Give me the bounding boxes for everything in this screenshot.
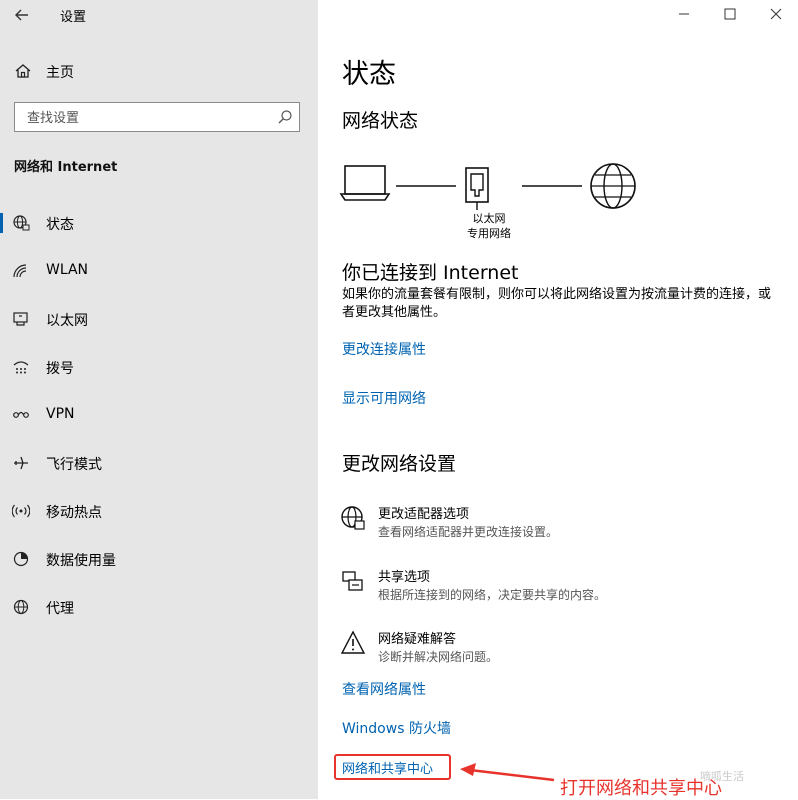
section-title: 网络和 Internet xyxy=(14,160,118,175)
maximize-button[interactable] xyxy=(720,4,740,24)
troubleshoot-row[interactable]: 网络疑难解答 诊断并解决网络问题。 xyxy=(338,628,778,668)
setting-description: 查看网络适配器并更改连接设置。 xyxy=(378,525,559,539)
setting-title: 更改适配器选项 xyxy=(378,507,470,522)
close-icon xyxy=(770,8,782,20)
minimize-icon xyxy=(679,13,689,15)
sidebar-item-label: 移动热点 xyxy=(46,505,102,521)
search-input[interactable] xyxy=(25,107,269,129)
proxy-globe-icon xyxy=(13,599,29,615)
sidebar-item-data-usage[interactable]: 数据使用量 xyxy=(0,542,318,576)
warning-icon xyxy=(340,630,366,654)
sidebar-item-label: 状态 xyxy=(46,217,74,233)
sidebar: 设置 主页 网络和 Internet 状态 WLAN xyxy=(0,0,318,799)
airplane-icon xyxy=(14,456,28,470)
vpn-icon xyxy=(13,411,29,418)
sidebar-item-label: WLAN xyxy=(46,262,89,278)
active-indicator xyxy=(0,213,3,233)
adapter-name: 以太网 xyxy=(472,212,506,225)
view-network-properties-link[interactable]: 查看网络属性 xyxy=(342,679,426,699)
sidebar-item-label: 拨号 xyxy=(46,361,74,377)
adapter-globe-icon xyxy=(341,506,365,530)
annotation-text: 打开网络和共享中心 xyxy=(560,778,722,799)
globe-status-icon xyxy=(13,215,30,231)
watermark: 嘀呱生活 xyxy=(700,770,744,783)
setting-description: 诊断并解决网络问题。 xyxy=(378,650,499,664)
sidebar-item-label: 飞行模式 xyxy=(46,457,102,473)
data-usage-icon xyxy=(13,551,29,567)
close-button[interactable] xyxy=(766,4,786,24)
sidebar-item-status[interactable]: 状态 xyxy=(0,206,318,240)
highlight-box xyxy=(334,754,451,780)
sharing-options-row[interactable]: 共享选项 根据所连接到的网络，决定要共享的内容。 xyxy=(338,566,778,606)
back-arrow-icon xyxy=(15,9,28,21)
sidebar-item-mobile-hotspot[interactable]: 移动热点 xyxy=(0,494,318,528)
sidebar-item-label: 代理 xyxy=(46,601,74,617)
home-icon xyxy=(15,64,31,78)
dialup-icon xyxy=(13,361,29,374)
sidebar-item-vpn[interactable]: VPN xyxy=(0,398,318,432)
sidebar-item-airplane-mode[interactable]: 飞行模式 xyxy=(0,446,318,480)
minimize-button[interactable] xyxy=(674,4,694,24)
search-box[interactable] xyxy=(14,102,300,132)
wifi-icon xyxy=(13,264,27,278)
annotation-arrow-icon xyxy=(460,763,555,782)
setting-description: 根据所连接到的网络，决定要共享的内容。 xyxy=(378,588,607,602)
change-settings-heading: 更改网络设置 xyxy=(342,453,457,475)
home-label: 主页 xyxy=(46,65,74,81)
sidebar-item-ethernet[interactable]: 以太网 xyxy=(0,302,318,336)
network-diagram xyxy=(339,163,636,210)
sidebar-item-label: 数据使用量 xyxy=(46,553,116,569)
internet-globe-icon xyxy=(590,163,636,209)
windows-firewall-link[interactable]: Windows 防火墙 xyxy=(342,718,451,738)
laptop-icon xyxy=(339,165,391,201)
ethernet-adapter-icon xyxy=(465,167,489,210)
hotspot-icon xyxy=(12,504,30,518)
ethernet-icon xyxy=(13,312,28,326)
window-title: 设置 xyxy=(60,10,87,25)
adapter-options-row[interactable]: 更改适配器选项 查看网络适配器并更改连接设置。 xyxy=(338,503,778,543)
sharing-icon xyxy=(342,571,363,591)
show-available-networks-link[interactable]: 显示可用网络 xyxy=(342,388,426,408)
sidebar-item-dialup[interactable]: 拨号 xyxy=(0,350,318,384)
setting-title: 网络疑难解答 xyxy=(378,632,457,647)
network-name: 专用网络 xyxy=(467,227,511,240)
change-connection-properties-link[interactable]: 更改连接属性 xyxy=(342,339,426,359)
sidebar-item-wlan[interactable]: WLAN xyxy=(0,254,318,288)
connected-heading: 你已连接到 Internet xyxy=(342,262,519,284)
connected-description: 如果你的流量套餐有限制，则你可以将此网络设置为按流量计费的连接，或者更改其他属性… xyxy=(342,287,772,320)
sidebar-item-proxy[interactable]: 代理 xyxy=(0,590,318,624)
main-panel: 状态 网络状态 以太网 专用网络 你已连接到 Internet 如果你的流量套餐… xyxy=(318,0,798,799)
page-title: 状态 xyxy=(342,59,396,90)
back-button[interactable] xyxy=(10,4,34,26)
setting-title: 共享选项 xyxy=(378,570,431,585)
network-status-heading: 网络状态 xyxy=(342,110,419,132)
sidebar-item-label: 以太网 xyxy=(46,313,88,329)
sidebar-item-label: VPN xyxy=(46,406,75,422)
maximize-icon xyxy=(724,8,736,20)
search-icon[interactable] xyxy=(277,109,293,125)
